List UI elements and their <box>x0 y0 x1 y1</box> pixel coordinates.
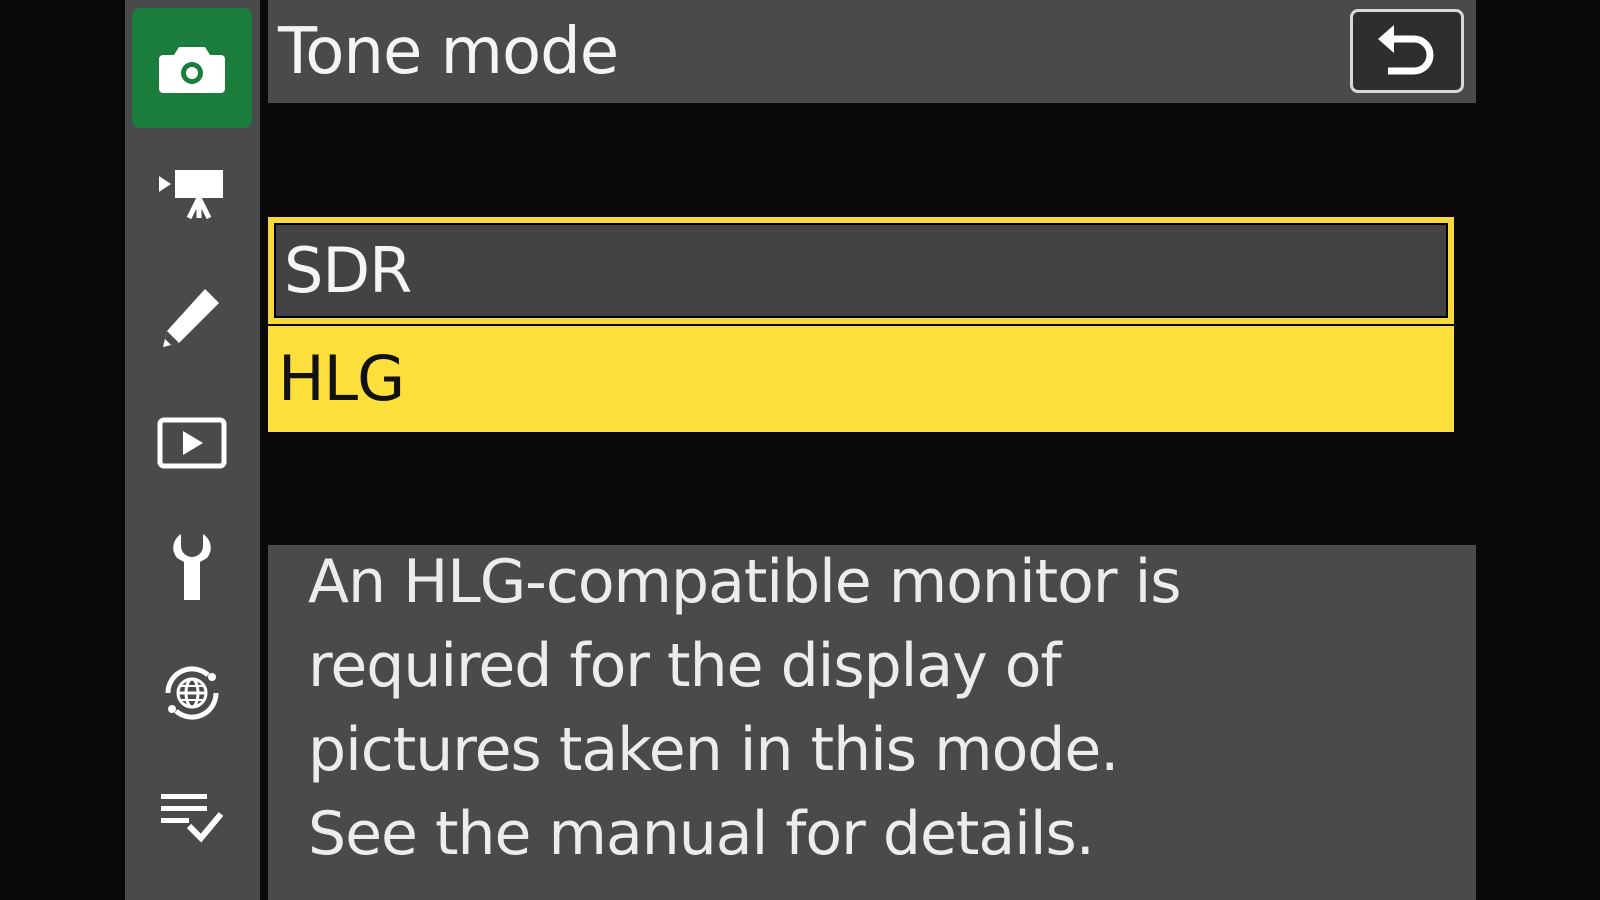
camera-menu-screen: Tone mode SDR HLG An HLG-compatible moni… <box>0 0 1600 900</box>
back-arrow-icon <box>1378 25 1434 75</box>
tab-retouch[interactable] <box>132 258 252 378</box>
pencil-icon <box>163 289 219 347</box>
tab-movie-recording[interactable] <box>132 133 252 253</box>
option-sdr-label: SDR <box>284 233 412 307</box>
help-text-line: required for the display of <box>308 631 1062 701</box>
tab-my-menu[interactable] <box>132 758 252 878</box>
camera-icon <box>159 47 225 93</box>
help-text-line: An HLG-compatible monitor is <box>308 547 1182 617</box>
page-title: Tone mode <box>278 15 619 89</box>
wrench-icon <box>173 534 211 600</box>
tab-playback[interactable] <box>132 383 252 503</box>
my-menu-icon <box>161 794 224 843</box>
back-button[interactable] <box>1350 9 1464 93</box>
option-hlg[interactable]: HLG <box>268 326 1454 432</box>
option-hlg-label: HLG <box>278 342 405 415</box>
tab-network[interactable] <box>132 633 252 753</box>
tab-photo-shooting[interactable] <box>132 8 252 128</box>
help-text-line: See the manual for details. <box>308 799 1095 869</box>
title-bar: Tone mode <box>268 0 1476 103</box>
help-text-line: pictures taken in this mode. <box>308 715 1119 785</box>
help-description-panel: An HLG-compatible monitor is required fo… <box>268 545 1476 900</box>
menu-tab-rail <box>125 0 260 900</box>
playback-icon <box>157 417 227 469</box>
tab-setup[interactable] <box>132 508 252 628</box>
video-camera-icon <box>159 170 223 220</box>
network-icon <box>165 666 219 720</box>
option-sdr[interactable]: SDR <box>268 217 1454 324</box>
